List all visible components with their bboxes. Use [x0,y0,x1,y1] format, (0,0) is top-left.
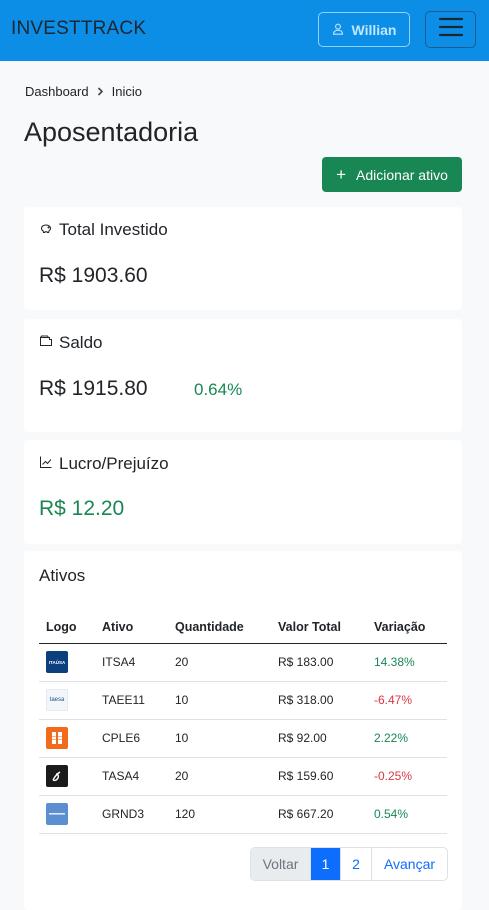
chevron-right-icon [97,85,104,99]
wallet-icon [39,333,53,353]
cple6-logo [46,727,68,749]
column-header-variacao: Variação [367,611,447,644]
total-investido-value: R$ 1903.60 [39,264,148,287]
saldo-value: R$ 1915.80 [39,377,148,400]
pagination-prev-button[interactable]: Voltar [251,848,311,880]
ativos-card: Ativos Logo Ativo Quantidade Valor Total… [24,551,462,910]
saldo-card: Saldo R$ 1915.80 0.64% [24,319,462,432]
ativo-cell: GRND3 [95,795,168,834]
ativos-title: Ativos [39,566,86,585]
table-row[interactable]: GRND3 120 R$ 667.20 0.54% [39,795,447,834]
ativos-table: Logo Ativo Quantidade Valor Total Variaç… [39,611,447,834]
lucro-title: Lucro/Prejuízo [39,454,169,474]
lucro-card: Lucro/Prejuízo R$ 12.20 [24,440,462,544]
saldo-title: Saldo [39,333,102,353]
quantidade-cell: 120 [168,795,271,834]
total-investido-label: Total Investido [59,220,168,239]
table-row[interactable]: ITAÚSA ITSA4 20 R$ 183.00 14.38% [39,643,447,682]
table-row[interactable]: CPLE6 10 R$ 92.00 2.22% [39,719,447,758]
add-asset-label: Adicionar ativo [356,166,448,183]
table-row[interactable]: TASA4 20 R$ 159.60 -0.25% [39,757,447,796]
quantidade-cell: 20 [168,757,271,796]
hamburger-icon [438,16,464,43]
tasa4-logo [46,765,68,787]
pagination: Voltar 1 2 Avançar [250,847,448,881]
taee11-logo: taesa [46,689,68,711]
variacao-cell: 14.38% [367,643,447,682]
saldo-percent: 0.64% [194,380,243,399]
variacao-cell: -6.47% [367,681,447,720]
valor-cell: R$ 159.60 [271,757,367,796]
quantidade-cell: 10 [168,719,271,758]
quantidade-cell: 20 [168,643,271,682]
table-header-row: Logo Ativo Quantidade Valor Total Variaç… [39,611,447,644]
navbar: INVESTTRACK Willian [0,0,489,61]
lucro-label: Lucro/Prejuízo [59,454,169,473]
quantidade-cell: 10 [168,681,271,720]
user-icon [332,22,344,38]
itsa4-logo: ITAÚSA [46,651,68,673]
ativo-cell: ITSA4 [95,643,168,682]
grnd3-logo [46,803,68,825]
ativo-cell: CPLE6 [95,719,168,758]
total-investido-card: Total Investido R$ 1903.60 [24,207,462,310]
piggy-bank-icon [39,220,53,240]
breadcrumb: Dashboard Inicio [25,84,142,99]
saldo-label: Saldo [59,333,103,352]
line-chart-icon [39,454,53,474]
breadcrumb-dashboard[interactable]: Dashboard [25,84,89,99]
user-button[interactable]: Willian [318,12,410,47]
column-header-quantidade: Quantidade [168,611,271,644]
column-header-valor-total: Valor Total [271,611,367,644]
variacao-cell: -0.25% [367,757,447,796]
column-header-logo: Logo [39,611,95,644]
pagination-page-2[interactable]: 2 [341,848,372,880]
plus-icon: + [336,165,347,184]
breadcrumb-inicio: Inicio [111,84,142,99]
valor-cell: R$ 667.20 [271,795,367,834]
menu-toggle-button[interactable] [425,11,476,48]
table-row[interactable]: taesa TAEE11 10 R$ 318.00 -6.47% [39,681,447,720]
pagination-page-1[interactable]: 1 [311,848,341,880]
ativo-cell: TASA4 [95,757,168,796]
column-header-ativo: Ativo [95,611,168,644]
variacao-cell: 2.22% [367,719,447,758]
pagination-next-button[interactable]: Avançar [372,848,447,880]
total-investido-title: Total Investido [39,220,168,240]
valor-cell: R$ 92.00 [271,719,367,758]
brand-logo[interactable]: INVESTTRACK [11,18,146,40]
valor-cell: R$ 183.00 [271,643,367,682]
lucro-value: R$ 12.20 [39,497,125,520]
variacao-cell: 0.54% [367,795,447,834]
add-asset-button[interactable]: + Adicionar ativo [322,157,462,192]
valor-cell: R$ 318.00 [271,681,367,720]
ativo-cell: TAEE11 [95,681,168,720]
page-title: Aposentadoria [24,117,199,147]
user-name: Willian [351,21,397,38]
